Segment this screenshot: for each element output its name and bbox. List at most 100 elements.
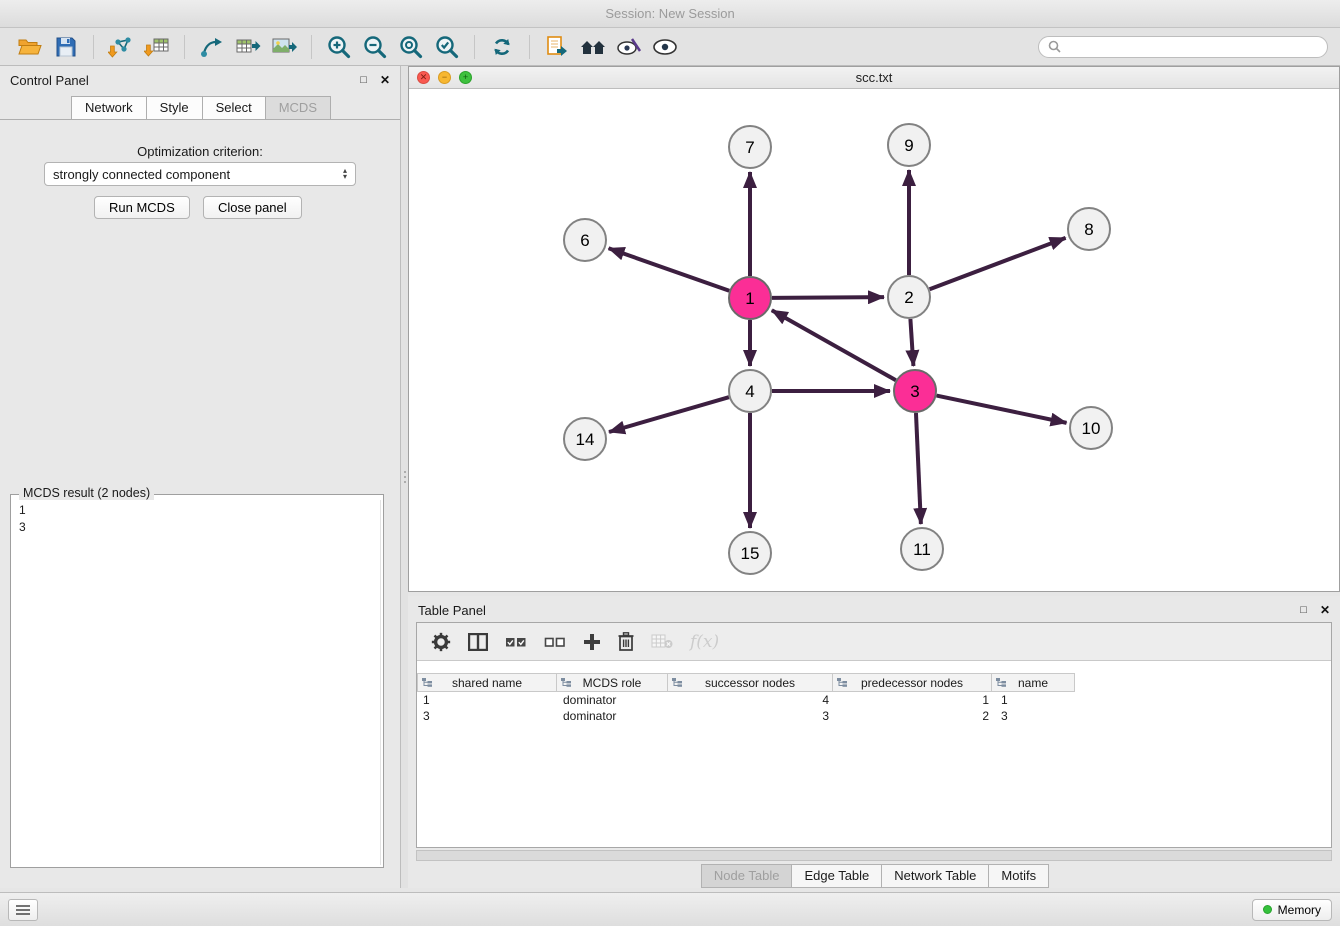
- close-window-button[interactable]: ✕: [417, 71, 430, 84]
- cell-predecessor-nodes[interactable]: 1: [835, 693, 995, 707]
- import-network-button[interactable]: [103, 31, 139, 63]
- network-window-titlebar[interactable]: ✕ − + scc.txt: [409, 67, 1339, 89]
- memory-status-icon: [1263, 905, 1272, 914]
- column-label: predecessor nodes: [861, 676, 963, 690]
- export-table-button[interactable]: [230, 31, 266, 63]
- new-network-button[interactable]: [194, 31, 230, 63]
- zoom-fit-button[interactable]: [393, 31, 429, 63]
- panel-splitter[interactable]: [401, 66, 408, 888]
- attribute-icon: [996, 678, 1006, 687]
- graph-edge-3-10[interactable]: [937, 396, 1067, 423]
- tab-style[interactable]: Style: [146, 96, 203, 119]
- open-folder-icon: [18, 37, 42, 57]
- export-image-button[interactable]: [266, 31, 302, 63]
- style-button[interactable]: [611, 31, 647, 63]
- graph-edge-2-8[interactable]: [930, 238, 1066, 289]
- graph-edge-1-2[interactable]: [772, 297, 884, 298]
- select-all-button[interactable]: [505, 627, 527, 657]
- memory-button[interactable]: Memory: [1252, 899, 1332, 921]
- close-panel-icon[interactable]: ✕: [380, 73, 390, 87]
- table-scrollbar[interactable]: [416, 850, 1332, 861]
- cell-mcds-role[interactable]: dominator: [557, 693, 669, 707]
- tab-network-table[interactable]: Network Table: [881, 864, 989, 888]
- fx-icon: f(x): [690, 632, 719, 652]
- graph-edge-1-6[interactable]: [609, 248, 730, 290]
- float-panel-icon[interactable]: □: [360, 74, 367, 86]
- add-column-button[interactable]: [583, 627, 601, 657]
- search-input[interactable]: [1067, 40, 1318, 54]
- tab-select[interactable]: Select: [202, 96, 266, 119]
- table-tabs: Node Table Edge Table Network Table Moti…: [408, 864, 1340, 888]
- graph-edge-4-14[interactable]: [609, 397, 729, 432]
- graph-edge-3-1[interactable]: [772, 310, 896, 380]
- table-panel-header: Table Panel □ ✕: [408, 596, 1340, 624]
- cell-shared-name[interactable]: 3: [417, 709, 557, 723]
- tab-node-table[interactable]: Node Table: [701, 864, 793, 888]
- show-hide-button[interactable]: [647, 31, 683, 63]
- zoom-out-icon: [363, 35, 387, 59]
- cell-mcds-role[interactable]: dominator: [557, 709, 669, 723]
- minimize-window-button[interactable]: −: [438, 71, 451, 84]
- zoom-in-button[interactable]: [321, 31, 357, 63]
- clone-network-button[interactable]: [539, 31, 575, 63]
- optimization-dropdown[interactable]: strongly connected component ▴▾: [44, 162, 356, 186]
- traffic-lights: ✕ − +: [417, 67, 472, 88]
- image-export-icon: [271, 36, 297, 58]
- table-row[interactable]: 1 dominator 4 1 1: [417, 692, 1331, 708]
- delete-column-button[interactable]: [618, 627, 634, 657]
- attribute-icon: [837, 678, 847, 687]
- tab-motifs[interactable]: Motifs: [988, 864, 1049, 888]
- open-file-button[interactable]: [12, 31, 48, 63]
- delete-table-button[interactable]: [651, 627, 673, 657]
- zoom-out-button[interactable]: [357, 31, 393, 63]
- close-table-panel-icon[interactable]: ✕: [1320, 603, 1330, 617]
- zoom-selected-icon: [435, 35, 459, 59]
- refresh-button[interactable]: [484, 31, 520, 63]
- task-history-button[interactable]: [8, 899, 38, 921]
- show-columns-button[interactable]: [468, 627, 488, 657]
- column-header-predecessor-nodes[interactable]: predecessor nodes: [832, 673, 992, 692]
- main-toolbar: [0, 28, 1340, 66]
- graph-node-label-8: 8: [1084, 220, 1093, 239]
- float-table-panel-icon[interactable]: □: [1300, 604, 1307, 616]
- neighbors-button[interactable]: [575, 31, 611, 63]
- cell-predecessor-nodes[interactable]: 2: [835, 709, 995, 723]
- search-box[interactable]: [1038, 36, 1328, 58]
- column-header-mcds-role[interactable]: MCDS role: [556, 673, 668, 692]
- zoom-window-button[interactable]: +: [459, 71, 472, 84]
- cell-name[interactable]: 3: [995, 709, 1079, 723]
- function-builder-button[interactable]: f(x): [690, 627, 719, 657]
- attribute-icon: [561, 678, 571, 687]
- graph-node-label-1: 1: [745, 289, 754, 308]
- tab-network[interactable]: Network: [71, 96, 147, 119]
- table-settings-button[interactable]: [431, 627, 451, 657]
- network-canvas[interactable]: 7968124314101511: [409, 89, 1339, 591]
- save-session-button[interactable]: [48, 31, 84, 63]
- column-header-successor-nodes[interactable]: successor nodes: [667, 673, 833, 692]
- table-panel: Table Panel □ ✕: [408, 596, 1340, 888]
- tab-mcds[interactable]: MCDS: [265, 96, 331, 119]
- graph-node-label-10: 10: [1082, 419, 1101, 438]
- table-column-headers: shared name MCDS role successor nodes pr…: [417, 673, 1331, 692]
- cell-successor-nodes[interactable]: 3: [669, 709, 835, 723]
- mcds-result-list[interactable]: 1 3: [13, 500, 381, 865]
- zoom-selected-button[interactable]: [429, 31, 465, 63]
- graph-edge-3-11[interactable]: [916, 413, 921, 524]
- control-panel: Control Panel □ ✕ Network Style Select M…: [0, 66, 401, 888]
- column-header-shared-name[interactable]: shared name: [417, 673, 557, 692]
- cell-successor-nodes[interactable]: 4: [669, 693, 835, 707]
- close-panel-button[interactable]: Close panel: [203, 196, 302, 219]
- column-header-name[interactable]: name: [991, 673, 1075, 692]
- graph-node-label-7: 7: [745, 138, 754, 157]
- run-mcds-button[interactable]: Run MCDS: [94, 196, 190, 219]
- table-row[interactable]: 3 dominator 3 2 3: [417, 708, 1331, 724]
- checked-boxes-icon: [505, 634, 527, 650]
- tab-edge-table[interactable]: Edge Table: [791, 864, 882, 888]
- eye-icon: [652, 38, 678, 56]
- import-table-button[interactable]: [139, 31, 175, 63]
- cell-name[interactable]: 1: [995, 693, 1079, 707]
- deselect-all-button[interactable]: [544, 627, 566, 657]
- graph-edge-2-3[interactable]: [910, 319, 913, 366]
- cell-shared-name[interactable]: 1: [417, 693, 557, 707]
- refresh-icon: [490, 35, 514, 59]
